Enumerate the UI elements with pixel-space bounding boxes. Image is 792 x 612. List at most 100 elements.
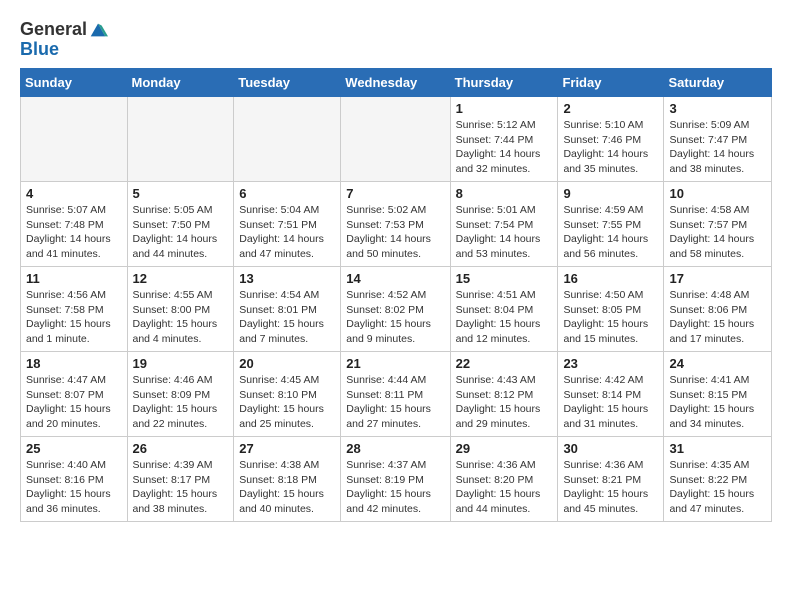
day-cell: 22 Sunrise: 4:43 AM Sunset: 8:12 PM Dayli…: [450, 352, 558, 437]
day-cell: 4 Sunrise: 5:07 AM Sunset: 7:48 PM Daylig…: [21, 182, 128, 267]
day-cell: 27 Sunrise: 4:38 AM Sunset: 8:18 PM Dayli…: [234, 437, 341, 522]
day-cell: 24 Sunrise: 4:41 AM Sunset: 8:15 PM Dayli…: [664, 352, 772, 437]
day-cell: 19Sunrise: 4:46 AM Sunset: 8:09 PM Dayli…: [127, 352, 234, 437]
day-info: Sunrise: 4:47 AM Sunset: 8:07 PM Dayligh…: [26, 373, 122, 432]
day-info: Sunrise: 4:42 AM Sunset: 8:14 PM Dayligh…: [563, 373, 658, 432]
logo-blue: Blue: [20, 39, 59, 59]
day-number: 16: [563, 271, 658, 286]
day-number: 22: [456, 356, 553, 371]
day-number: 2: [563, 101, 658, 116]
day-info: Sunrise: 4:41 AM Sunset: 8:15 PM Dayligh…: [669, 373, 766, 432]
day-info: Sunrise: 4:36 AM Sunset: 8:20 PM Dayligh…: [456, 458, 553, 517]
day-info: Sunrise: 5:07 AM Sunset: 7:48 PM Dayligh…: [26, 203, 122, 262]
col-header-sunday: Sunday: [21, 69, 128, 97]
day-number: 6: [239, 186, 335, 201]
day-number: 14: [346, 271, 444, 286]
day-cell: 29 Sunrise: 4:36 AM Sunset: 8:20 PM Dayli…: [450, 437, 558, 522]
day-cell: 10Sunrise: 4:58 AM Sunset: 7:57 PM Dayli…: [664, 182, 772, 267]
day-number: 20: [239, 356, 335, 371]
day-info: Sunrise: 5:01 AM Sunset: 7:54 PM Dayligh…: [456, 203, 553, 262]
col-header-monday: Monday: [127, 69, 234, 97]
day-info: Sunrise: 5:10 AM Sunset: 7:46 PM Dayligh…: [563, 118, 658, 177]
col-header-thursday: Thursday: [450, 69, 558, 97]
day-cell: 15Sunrise: 4:51 AM Sunset: 8:04 PM Dayli…: [450, 267, 558, 352]
week-row-1: 1 Sunrise: 5:12 AM Sunset: 7:44 PM Daylig…: [21, 97, 772, 182]
day-number: 9: [563, 186, 658, 201]
day-cell: 5Sunrise: 5:05 AM Sunset: 7:50 PM Daylig…: [127, 182, 234, 267]
day-number: 5: [133, 186, 229, 201]
day-number: 8: [456, 186, 553, 201]
day-number: 26: [133, 441, 229, 456]
day-info: Sunrise: 4:51 AM Sunset: 8:04 PM Dayligh…: [456, 288, 553, 347]
day-info: Sunrise: 4:58 AM Sunset: 7:57 PM Dayligh…: [669, 203, 766, 262]
day-cell: 30 Sunrise: 4:36 AM Sunset: 8:21 PM Dayli…: [558, 437, 664, 522]
day-cell: 31 Sunrise: 4:35 AM Sunset: 8:22 PM Dayli…: [664, 437, 772, 522]
day-number: 28: [346, 441, 444, 456]
col-header-friday: Friday: [558, 69, 664, 97]
calendar-table: SundayMondayTuesdayWednesdayThursdayFrid…: [20, 68, 772, 522]
day-info: Sunrise: 4:35 AM Sunset: 8:22 PM Dayligh…: [669, 458, 766, 517]
day-cell: 9 Sunrise: 4:59 AM Sunset: 7:55 PM Daylig…: [558, 182, 664, 267]
day-info: Sunrise: 4:46 AM Sunset: 8:09 PM Dayligh…: [133, 373, 229, 432]
day-info: Sunrise: 4:50 AM Sunset: 8:05 PM Dayligh…: [563, 288, 658, 347]
day-cell: 7 Sunrise: 5:02 AM Sunset: 7:53 PM Daylig…: [341, 182, 450, 267]
day-cell: 11Sunrise: 4:56 AM Sunset: 7:58 PM Dayli…: [21, 267, 128, 352]
day-info: Sunrise: 4:59 AM Sunset: 7:55 PM Dayligh…: [563, 203, 658, 262]
day-number: 13: [239, 271, 335, 286]
day-cell: 8 Sunrise: 5:01 AM Sunset: 7:54 PM Daylig…: [450, 182, 558, 267]
day-info: Sunrise: 4:36 AM Sunset: 8:21 PM Dayligh…: [563, 458, 658, 517]
day-number: 24: [669, 356, 766, 371]
day-number: 12: [133, 271, 229, 286]
day-cell: 26Sunrise: 4:39 AM Sunset: 8:17 PM Dayli…: [127, 437, 234, 522]
logo: GeneralBlue: [20, 20, 108, 60]
day-info: Sunrise: 4:37 AM Sunset: 8:19 PM Dayligh…: [346, 458, 444, 517]
day-number: 30: [563, 441, 658, 456]
day-number: 25: [26, 441, 122, 456]
day-info: Sunrise: 4:45 AM Sunset: 8:10 PM Dayligh…: [239, 373, 335, 432]
header: GeneralBlue: [20, 20, 772, 60]
day-number: 18: [26, 356, 122, 371]
day-cell: [234, 97, 341, 182]
day-cell: 3Sunrise: 5:09 AM Sunset: 7:47 PM Daylig…: [664, 97, 772, 182]
week-row-5: 25Sunrise: 4:40 AM Sunset: 8:16 PM Dayli…: [21, 437, 772, 522]
day-number: 31: [669, 441, 766, 456]
day-number: 1: [456, 101, 553, 116]
logo-general: General: [20, 19, 87, 39]
day-info: Sunrise: 5:04 AM Sunset: 7:51 PM Dayligh…: [239, 203, 335, 262]
day-cell: 12 Sunrise: 4:55 AM Sunset: 8:00 PM Dayli…: [127, 267, 234, 352]
day-info: Sunrise: 4:56 AM Sunset: 7:58 PM Dayligh…: [26, 288, 122, 347]
day-cell: [127, 97, 234, 182]
day-cell: 1 Sunrise: 5:12 AM Sunset: 7:44 PM Daylig…: [450, 97, 558, 182]
day-cell: 23 Sunrise: 4:42 AM Sunset: 8:14 PM Dayli…: [558, 352, 664, 437]
day-cell: 17 Sunrise: 4:48 AM Sunset: 8:06 PM Dayli…: [664, 267, 772, 352]
day-cell: [21, 97, 128, 182]
day-cell: 16 Sunrise: 4:50 AM Sunset: 8:05 PM Dayli…: [558, 267, 664, 352]
day-number: 29: [456, 441, 553, 456]
day-info: Sunrise: 4:38 AM Sunset: 8:18 PM Dayligh…: [239, 458, 335, 517]
day-info: Sunrise: 5:02 AM Sunset: 7:53 PM Dayligh…: [346, 203, 444, 262]
day-number: 21: [346, 356, 444, 371]
day-info: Sunrise: 4:52 AM Sunset: 8:02 PM Dayligh…: [346, 288, 444, 347]
day-number: 3: [669, 101, 766, 116]
day-cell: 25Sunrise: 4:40 AM Sunset: 8:16 PM Dayli…: [21, 437, 128, 522]
day-cell: 21Sunrise: 4:44 AM Sunset: 8:11 PM Dayli…: [341, 352, 450, 437]
day-info: Sunrise: 4:48 AM Sunset: 8:06 PM Dayligh…: [669, 288, 766, 347]
day-info: Sunrise: 5:12 AM Sunset: 7:44 PM Dayligh…: [456, 118, 553, 177]
col-header-wednesday: Wednesday: [341, 69, 450, 97]
day-cell: 14 Sunrise: 4:52 AM Sunset: 8:02 PM Dayli…: [341, 267, 450, 352]
day-number: 27: [239, 441, 335, 456]
day-info: Sunrise: 4:43 AM Sunset: 8:12 PM Dayligh…: [456, 373, 553, 432]
day-number: 4: [26, 186, 122, 201]
day-cell: 2 Sunrise: 5:10 AM Sunset: 7:46 PM Daylig…: [558, 97, 664, 182]
week-row-2: 4 Sunrise: 5:07 AM Sunset: 7:48 PM Daylig…: [21, 182, 772, 267]
day-info: Sunrise: 4:55 AM Sunset: 8:00 PM Dayligh…: [133, 288, 229, 347]
logo-triangle-icon: [88, 20, 108, 40]
day-cell: 20 Sunrise: 4:45 AM Sunset: 8:10 PM Dayli…: [234, 352, 341, 437]
calendar-page: GeneralBlue SundayMondayTuesdayWednesday…: [0, 0, 792, 532]
day-number: 23: [563, 356, 658, 371]
day-cell: 6 Sunrise: 5:04 AM Sunset: 7:51 PM Daylig…: [234, 182, 341, 267]
day-number: 17: [669, 271, 766, 286]
week-row-3: 11Sunrise: 4:56 AM Sunset: 7:58 PM Dayli…: [21, 267, 772, 352]
day-info: Sunrise: 4:54 AM Sunset: 8:01 PM Dayligh…: [239, 288, 335, 347]
day-number: 7: [346, 186, 444, 201]
